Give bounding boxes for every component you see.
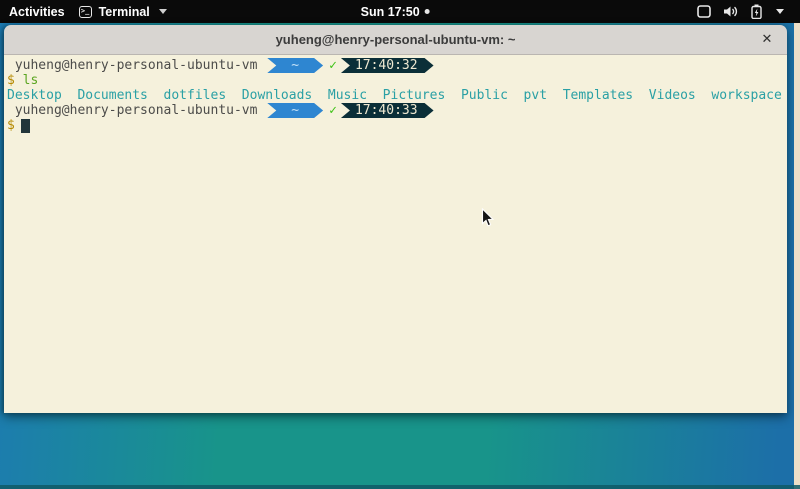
status-check-icon: ✓ [329,58,337,73]
current-input-line[interactable]: $ [7,118,787,133]
system-tray[interactable] [697,0,784,23]
clock-label: Sun 17:50 [361,5,420,19]
close-button[interactable]: ✕ [757,30,777,50]
prompt-path-segment: ~ [267,58,323,73]
chevron-down-icon [159,9,167,14]
prompt-line-2: yuheng@henry-personal-ubuntu-vm ~ ✓ 17:40:… [7,103,787,118]
activities-button[interactable]: Activities [9,5,65,19]
clock-button[interactable]: Sun 17:50 [361,5,430,19]
screen-bottom-edge [0,485,800,489]
ls-output-line: Desktop Documents dotfiles Downloads Mus… [7,88,787,103]
prompt-line-1: yuheng@henry-personal-ubuntu-vm ~ ✓ 17:40:… [7,58,787,73]
notification-dot-icon [425,9,430,14]
app-menu[interactable]: >_ Terminal [79,5,167,19]
directory-listing: Desktop Documents dotfiles Downloads Mus… [7,88,782,103]
battery-charging-icon [751,4,762,19]
terminal-window: yuheng@henry-personal-ubuntu-vm: ~ ✕ yuh… [4,25,787,413]
prompt-time-segment: 17:40:32 [341,58,434,73]
screen-right-edge-strip [794,23,800,489]
prompt-user-host: yuheng@henry-personal-ubuntu-vm [7,103,265,118]
typed-command-text: ls [23,73,39,88]
prompt-path-segment: ~ [267,103,323,118]
prompt-user-host: yuheng@henry-personal-ubuntu-vm [7,58,265,73]
prompt-symbol: $ [7,118,15,133]
text-cursor [21,119,30,133]
app-menu-label: Terminal [99,5,150,19]
command-line: $ ls [7,73,787,88]
display-icon [697,5,711,18]
chevron-down-icon [776,9,784,14]
terminal-app-icon: >_ [79,6,92,18]
status-check-icon: ✓ [329,103,337,118]
mouse-pointer-icon [481,208,494,233]
volume-icon [723,5,739,18]
terminal-output[interactable]: yuheng@henry-personal-ubuntu-vm ~ ✓ 17:40:… [4,55,787,413]
titlebar[interactable]: yuheng@henry-personal-ubuntu-vm: ~ ✕ [4,25,787,55]
window-title: yuheng@henry-personal-ubuntu-vm: ~ [276,32,516,47]
top-bar: Activities >_ Terminal Sun 17:50 [0,0,800,23]
prompt-time-segment: 17:40:33 [341,103,434,118]
desktop: Activities >_ Terminal Sun 17:50 [0,0,800,489]
typed-command [15,73,23,88]
prompt-symbol: $ [7,73,15,88]
